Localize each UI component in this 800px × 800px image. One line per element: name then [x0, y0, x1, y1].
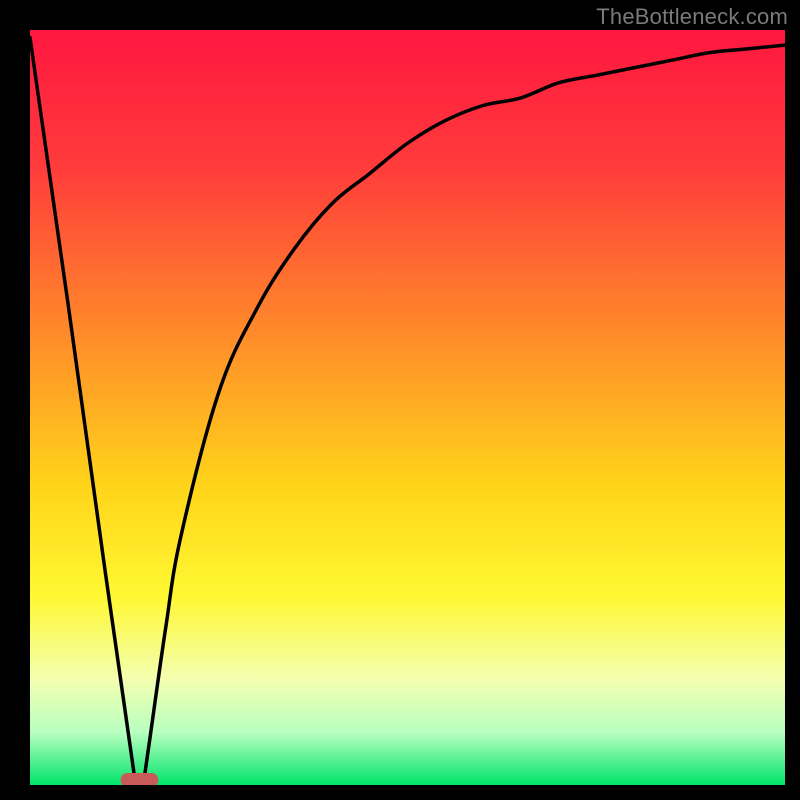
- plot-area: [30, 30, 785, 785]
- optimal-range-marker: [121, 773, 159, 785]
- chart-container: TheBottleneck.com: [0, 0, 800, 800]
- bottleneck-curve: [30, 38, 785, 785]
- watermark-text: TheBottleneck.com: [596, 4, 788, 30]
- curve-layer: [30, 30, 785, 785]
